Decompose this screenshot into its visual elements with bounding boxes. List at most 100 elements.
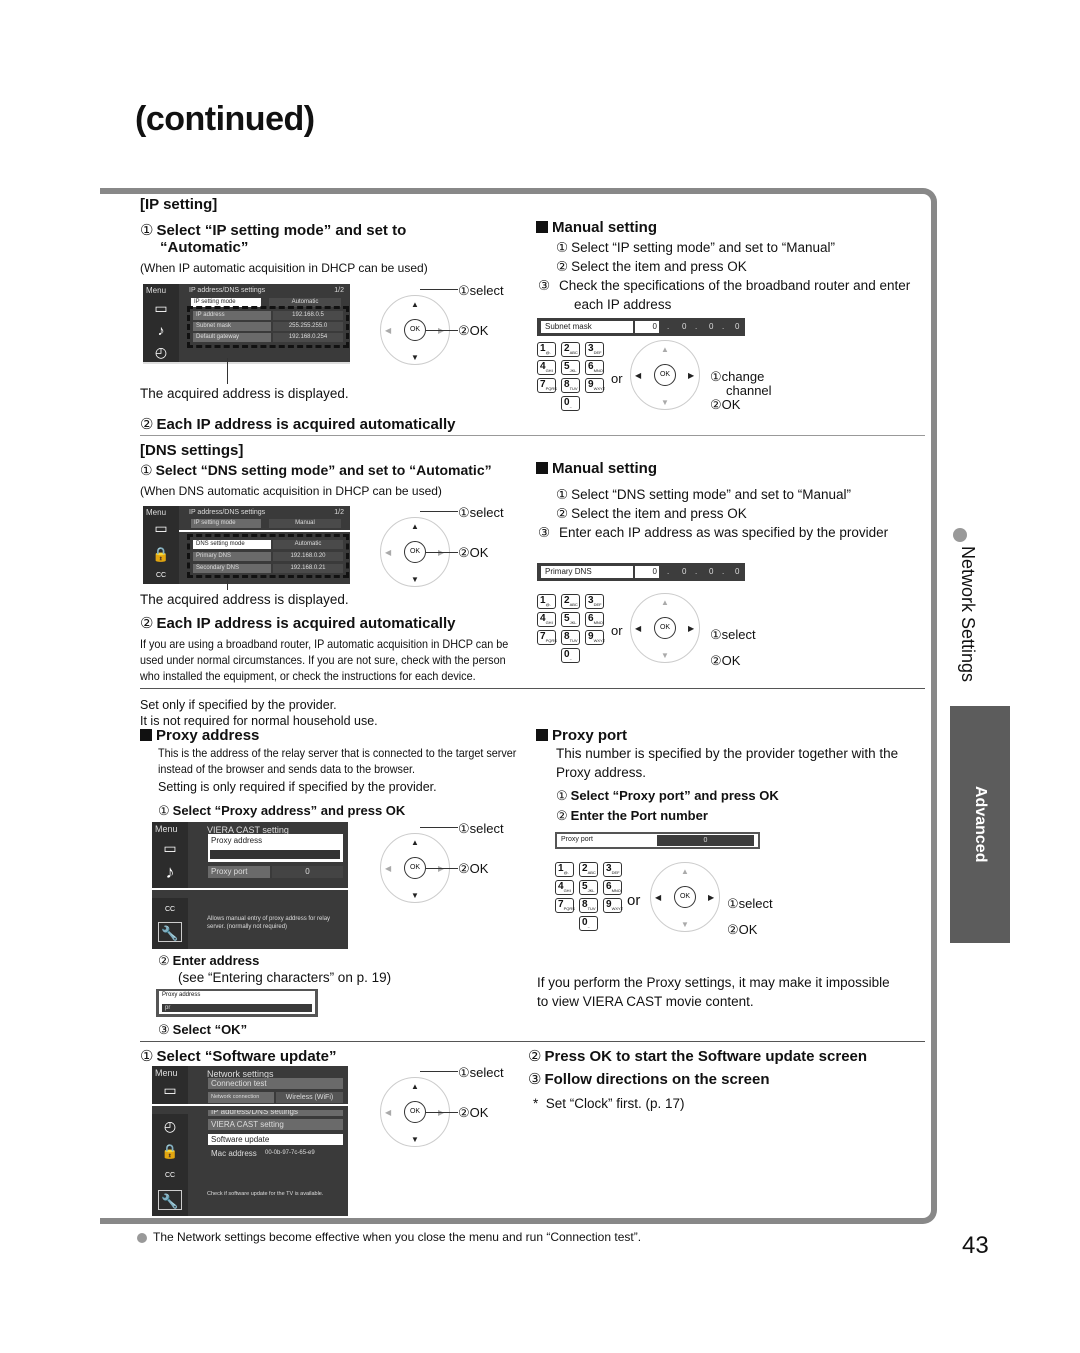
screen-page: 1/2 <box>334 287 344 294</box>
ip-step2: Each IP address is acquired automaticall… <box>156 416 456 433</box>
sw-note: Set “Clock” first. (p. 17) <box>545 1096 685 1111</box>
row-primary-dns[interactable]: Primary DNS 192.168.0.20 <box>193 552 343 561</box>
key-0: 0-. <box>561 396 580 411</box>
proxy-intro1: Set only if specified by the provider. <box>140 698 337 712</box>
key-5: 5JKL <box>561 360 580 375</box>
key-3: 3DEF <box>585 594 604 609</box>
subnet-mask-field[interactable]: Subnet mask 0 .0 .0 .0 <box>537 318 745 336</box>
dns-caption: The acquired address is displayed. <box>140 592 349 607</box>
row-ip-address[interactable]: IP address 192.168.0.5 <box>193 311 343 320</box>
number-keypad: 1@. 2ABC 3DEF 4GHI 5JKL 6MNO 7PQRS 8TUV 9WXYZ 0-. <box>555 862 623 931</box>
proxy-address-desc: This is the address of the relay server … <box>158 746 517 776</box>
menu-item-software-update[interactable]: Software update <box>208 1134 343 1145</box>
sw-step2: Press OK to start the Software update sc… <box>544 1048 868 1065</box>
key-8: 8TUV <box>561 630 580 645</box>
key-3: 3DEF <box>585 342 604 357</box>
page-number: 43 <box>962 1232 989 1259</box>
row-default-gateway[interactable]: Default gateway 192.168.0.254 <box>193 333 343 342</box>
row-dns-setting-mode[interactable]: DNS setting mode Automatic <box>193 540 343 549</box>
key-3: 3DEF <box>603 862 622 877</box>
ip-manual-step2: Select the item and press OK <box>571 259 747 274</box>
sw-step1: Select “Software update” <box>156 1048 337 1065</box>
key-9: 9WXYZ <box>603 898 623 913</box>
bullet-icon <box>137 1233 147 1243</box>
dns-step1: Select “DNS setting mode” and set to “Au… <box>155 462 492 478</box>
proxy-address-heading: Proxy address <box>156 727 260 744</box>
ok-button-icon: OK <box>404 319 426 341</box>
ip-manual-heading: Manual setting <box>552 219 658 236</box>
sw-remote-diagram: OK ▲▼ ◀▶ ①select ②OK <box>380 1065 530 1157</box>
ip-manual-step1: Select “IP setting mode” and set to “Man… <box>571 240 835 255</box>
ip-caption: The acquired address is displayed. <box>140 386 349 401</box>
page-title: (continued) <box>135 100 315 138</box>
key-6: 6MNO <box>585 612 604 627</box>
select-label: select <box>469 283 504 298</box>
key-5: 5JKL <box>561 612 580 627</box>
ip-remote-diagram: OK ▲ ▼ ◀ ▶ ①select ②OK <box>380 283 530 375</box>
picture-icon: ▭ <box>154 300 168 316</box>
dns-settings-heading: [DNS settings] <box>140 442 244 459</box>
key-2: 2ABC <box>561 342 580 357</box>
dns-step2-note: If you are using a broadband router, IP … <box>140 637 509 683</box>
row-subnet-mask[interactable]: Subnet mask 255.255.255.0 <box>193 322 343 331</box>
dns-settings-screen: Menu ▭ 🔒 CC IP address/DNS settings 1/2 … <box>143 506 350 584</box>
proxy-port-item[interactable]: Proxy port 0 <box>208 866 343 878</box>
mac-address-value: 00-0b-97-7c-65-e9 <box>265 1150 315 1156</box>
row-secondary-dns[interactable]: Secondary DNS 192.168.0.21 <box>193 564 343 573</box>
wrench-icon: 🔧 <box>158 922 182 942</box>
key-2: 2ABC <box>561 594 580 609</box>
key-0: 0-. <box>561 648 580 663</box>
ip-manual-step3: Check the specifications of the broadban… <box>559 278 911 312</box>
cc-icon: CC <box>155 572 167 579</box>
dns-remote-diagram: OK ▲▼ ◀▶ ①select ②OK <box>380 505 530 597</box>
key-6: 6MNO <box>585 360 604 375</box>
proxy-step2: Enter address <box>172 953 260 968</box>
number-keypad: 1@. 2ABC 3DEF 4GHI 5JKL 6MNO 7PQRS 8TUV 9WXYZ 0-. <box>537 342 605 411</box>
key-0: 0-. <box>579 916 598 931</box>
section-label: Network Settings <box>958 546 978 683</box>
menu-item-network-connection[interactable]: Network connection Wireless (WiFi) <box>208 1092 343 1103</box>
key-1: 1@. <box>555 862 574 877</box>
key-4: 4GHI <box>555 880 574 895</box>
proxy-step1: Select “Proxy address” and press OK <box>172 803 406 818</box>
key-7: 7PQRS <box>555 898 575 913</box>
key-1: 1@. <box>537 594 556 609</box>
menu-item-connection-test[interactable]: Connection test <box>208 1078 343 1089</box>
lock-icon: 🔒 <box>152 546 170 562</box>
menu-label: Menu <box>146 286 167 295</box>
step-number: ① <box>140 222 154 239</box>
proxy-step3: Select “OK” <box>172 1022 248 1037</box>
proxy-address-item[interactable]: Proxy address <box>208 834 343 862</box>
footer-note: The Network settings become effective wh… <box>153 1230 642 1244</box>
left-arrow-icon: ◀ <box>385 326 392 335</box>
key-2: 2ABC <box>579 862 598 877</box>
up-arrow-icon: ▲ <box>411 300 419 309</box>
proxy-address-input[interactable]: Proxy address pr <box>156 989 318 1017</box>
key-4: 4GHI <box>537 360 556 375</box>
screen-title: IP address/DNS settings <box>189 287 266 294</box>
proxy-remote-diagram: OK ▲▼ ◀▶ ①select ②OK <box>380 821 530 913</box>
dns-step2: Each IP address is acquired automaticall… <box>156 615 456 632</box>
key-8: 8TUV <box>561 378 580 393</box>
down-arrow-icon: ▼ <box>411 353 419 362</box>
primary-dns-field[interactable]: Primary DNS 0 .0 .0 .0 <box>537 563 745 581</box>
key-1: 1@. <box>537 342 556 357</box>
dns-step1-note: (When DNS automatic acquisition in DHCP … <box>140 484 442 498</box>
sw-step3: Follow directions on the screen <box>544 1071 770 1088</box>
menu-item-viera-cast[interactable]: VIERA CAST setting <box>208 1119 343 1130</box>
ip-step1: Select “IP setting mode” and set to <box>156 222 407 239</box>
row-ip-setting-mode[interactable]: IP setting mode Manual <box>191 519 344 528</box>
key-5: 5JKL <box>579 880 598 895</box>
audio-icon: ♪ <box>157 322 165 338</box>
ip-settings-screen: Menu ▭ ♪ ◴ IP address/DNS settings 1/2 I… <box>143 284 350 372</box>
key-8: 8TUV <box>579 898 598 913</box>
proxy-warning: If you perform the Proxy settings, it ma… <box>537 975 890 1009</box>
change-label: change <box>721 369 765 384</box>
key-6: 6MNO <box>603 880 622 895</box>
proxy-port-field[interactable]: Proxy port 0 <box>555 832 760 849</box>
dns-manual-heading: Manual setting <box>552 460 658 477</box>
ok-label: OK <box>469 323 489 338</box>
viera-cast-screen: Menu ▭ ♪ CC 🔧 VIERA CAST setting Proxy a… <box>152 822 348 949</box>
key-4: 4GHI <box>537 612 556 627</box>
key-9: 9WXYZ <box>585 378 605 393</box>
